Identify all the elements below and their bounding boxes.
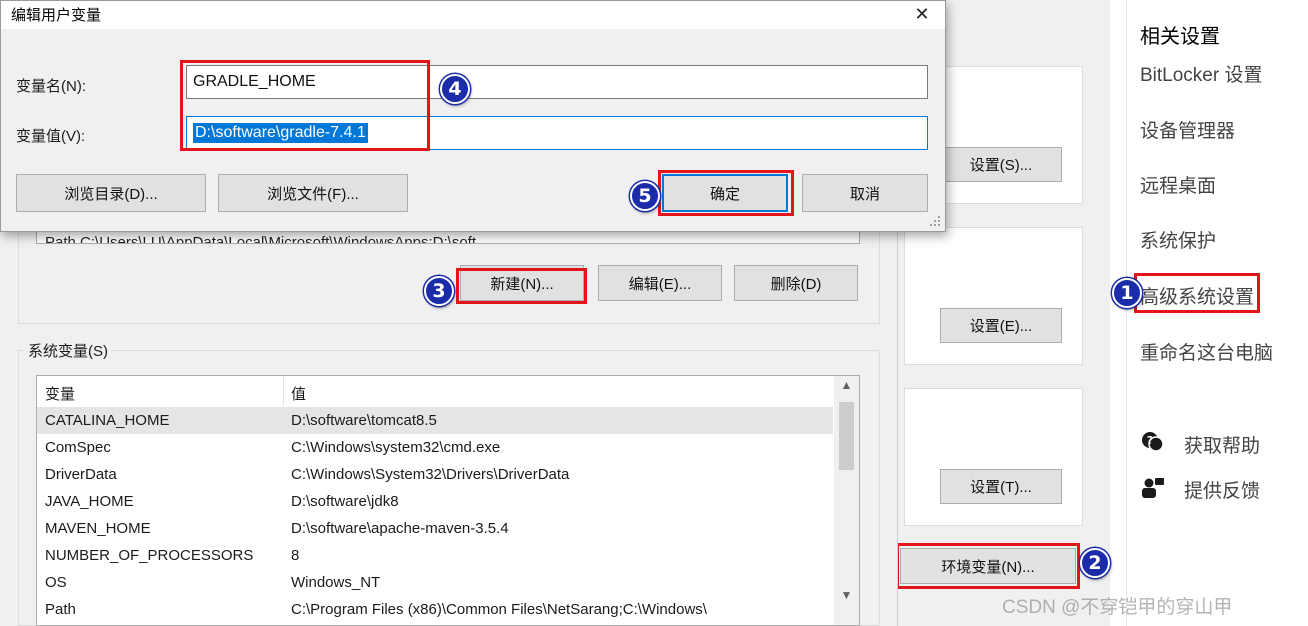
table-row[interactable]: MAVEN_HOME D:\software\apache-maven-3.5.… xyxy=(37,515,833,542)
var-name: DriverData xyxy=(45,466,117,483)
get-help-link[interactable]: 获取帮助 xyxy=(1184,431,1260,458)
ok-button[interactable]: 确定 xyxy=(662,174,788,212)
scroll-down-arrow-icon[interactable]: ▼ xyxy=(834,588,859,602)
environment-variables-button[interactable]: 环境变量(N)... xyxy=(900,548,1076,584)
scroll-up-arrow-icon[interactable]: ▲ xyxy=(834,378,859,392)
new-button[interactable]: 新建(N)... xyxy=(460,265,584,301)
link-rename-pc[interactable]: 重命名这台电脑 xyxy=(1140,338,1273,365)
table-row[interactable]: ComSpec C:\Windows\system32\cmd.exe xyxy=(37,434,833,461)
var-value: D:\software\tomcat8.5 xyxy=(291,412,437,429)
column-divider[interactable] xyxy=(283,376,284,406)
link-system-protection[interactable]: 系统保护 xyxy=(1140,226,1216,253)
variable-value-label: 变量值(V): xyxy=(16,128,86,145)
delete-button[interactable]: 删除(D) xyxy=(734,265,858,301)
column-header-variable[interactable]: 变量 xyxy=(45,383,282,403)
list-header: 变量 值 xyxy=(37,376,833,406)
var-value: Windows_NT xyxy=(291,574,381,591)
edit-button[interactable]: 编辑(E)... xyxy=(598,265,722,301)
var-value: C:\Windows\System32\Drivers\DriverData xyxy=(291,466,570,483)
var-name: MAVEN_HOME xyxy=(45,520,151,537)
variable-value-field[interactable]: D:\software\gradle-7.4.1 xyxy=(186,116,928,150)
link-remote-desktop[interactable]: 远程桌面 xyxy=(1140,171,1216,198)
startup-recovery-group xyxy=(904,388,1083,526)
step-badge-2: 2 xyxy=(1080,548,1110,578)
settings-t-button[interactable]: 设置(T)... xyxy=(940,469,1062,504)
var-name: OS xyxy=(45,574,67,591)
variable-value-selection: D:\software\gradle-7.4.1 xyxy=(193,123,368,143)
resize-grip-icon[interactable] xyxy=(928,214,942,228)
var-name: CATALINA_HOME xyxy=(45,412,170,429)
link-bitlocker[interactable]: BitLocker 设置 xyxy=(1140,60,1262,87)
table-row[interactable]: DriverData C:\Windows\System32\Drivers\D… xyxy=(37,461,833,488)
var-value: D:\software\apache-maven-3.5.4 xyxy=(291,520,509,537)
column-header-value[interactable]: 值 xyxy=(291,383,591,403)
watermark: CSDN @不穿铠甲的穿山甲 xyxy=(1002,597,1233,618)
link-device-manager[interactable]: 设备管理器 xyxy=(1140,116,1235,143)
user-profiles-group xyxy=(904,227,1083,365)
table-row[interactable]: CATALINA_HOME D:\software\tomcat8.5 xyxy=(37,407,833,434)
scrollbar[interactable]: ▲ ▼ xyxy=(834,376,859,625)
variable-name-text: GRADLE_HOME xyxy=(193,73,316,90)
settings-e-button[interactable]: 设置(E)... xyxy=(940,308,1062,343)
table-row[interactable]: JAVA_HOME D:\software\jdk8 xyxy=(37,488,833,515)
step-badge-1: 1 xyxy=(1112,278,1142,308)
step-badge-5: 5 xyxy=(630,181,660,211)
var-value: C:\Windows\system32\cmd.exe xyxy=(291,439,501,456)
variable-name-label: 变量名(N): xyxy=(16,78,86,95)
right-panel-divider xyxy=(1126,0,1127,626)
settings-s-button[interactable]: 设置(S)... xyxy=(940,147,1062,182)
var-name: JAVA_HOME xyxy=(45,493,134,510)
related-settings-heading: 相关设置 xyxy=(1140,26,1220,48)
svg-text:?: ? xyxy=(1147,434,1153,447)
var-value: D:\software\jdk8 xyxy=(291,493,399,510)
give-feedback-link[interactable]: 提供反馈 xyxy=(1184,476,1260,503)
var-name: Path xyxy=(45,601,76,618)
table-row[interactable]: NUMBER_OF_PROCESSORS 8 xyxy=(37,542,833,569)
browse-file-button[interactable]: 浏览文件(F)... xyxy=(218,174,408,212)
table-row[interactable]: Path C:\Program Files (x86)\Common Files… xyxy=(37,596,833,623)
dialog-title: 编辑用户变量 xyxy=(11,7,102,24)
var-name: NUMBER_OF_PROCESSORS xyxy=(45,547,254,564)
table-row[interactable]: OS Windows_NT xyxy=(37,569,833,596)
close-icon[interactable]: ✕ xyxy=(906,1,938,27)
var-value: C:\Program Files (x86)\Common Files\NetS… xyxy=(291,601,707,618)
help-chat-icon: ? xyxy=(1140,430,1166,454)
link-advanced-system-settings[interactable]: 高级系统设置 xyxy=(1140,282,1254,309)
scrollbar-thumb[interactable] xyxy=(839,402,854,470)
system-variables-group-label: 系统变量(S) xyxy=(24,340,112,361)
var-value: 8 xyxy=(291,547,300,564)
step-badge-3: 3 xyxy=(424,276,454,306)
feedback-person-icon xyxy=(1140,476,1166,500)
cancel-button[interactable]: 取消 xyxy=(802,174,928,212)
step-badge-4: 4 xyxy=(440,74,470,104)
system-variables-list: 变量 值 CATALINA_HOME D:\software\tomcat8.5… xyxy=(36,375,860,626)
var-name: ComSpec xyxy=(45,439,111,456)
dialog-titlebar[interactable] xyxy=(1,1,945,29)
browse-directory-button[interactable]: 浏览目录(D)... xyxy=(16,174,206,212)
variable-name-field[interactable]: GRADLE_HOME xyxy=(186,65,928,99)
